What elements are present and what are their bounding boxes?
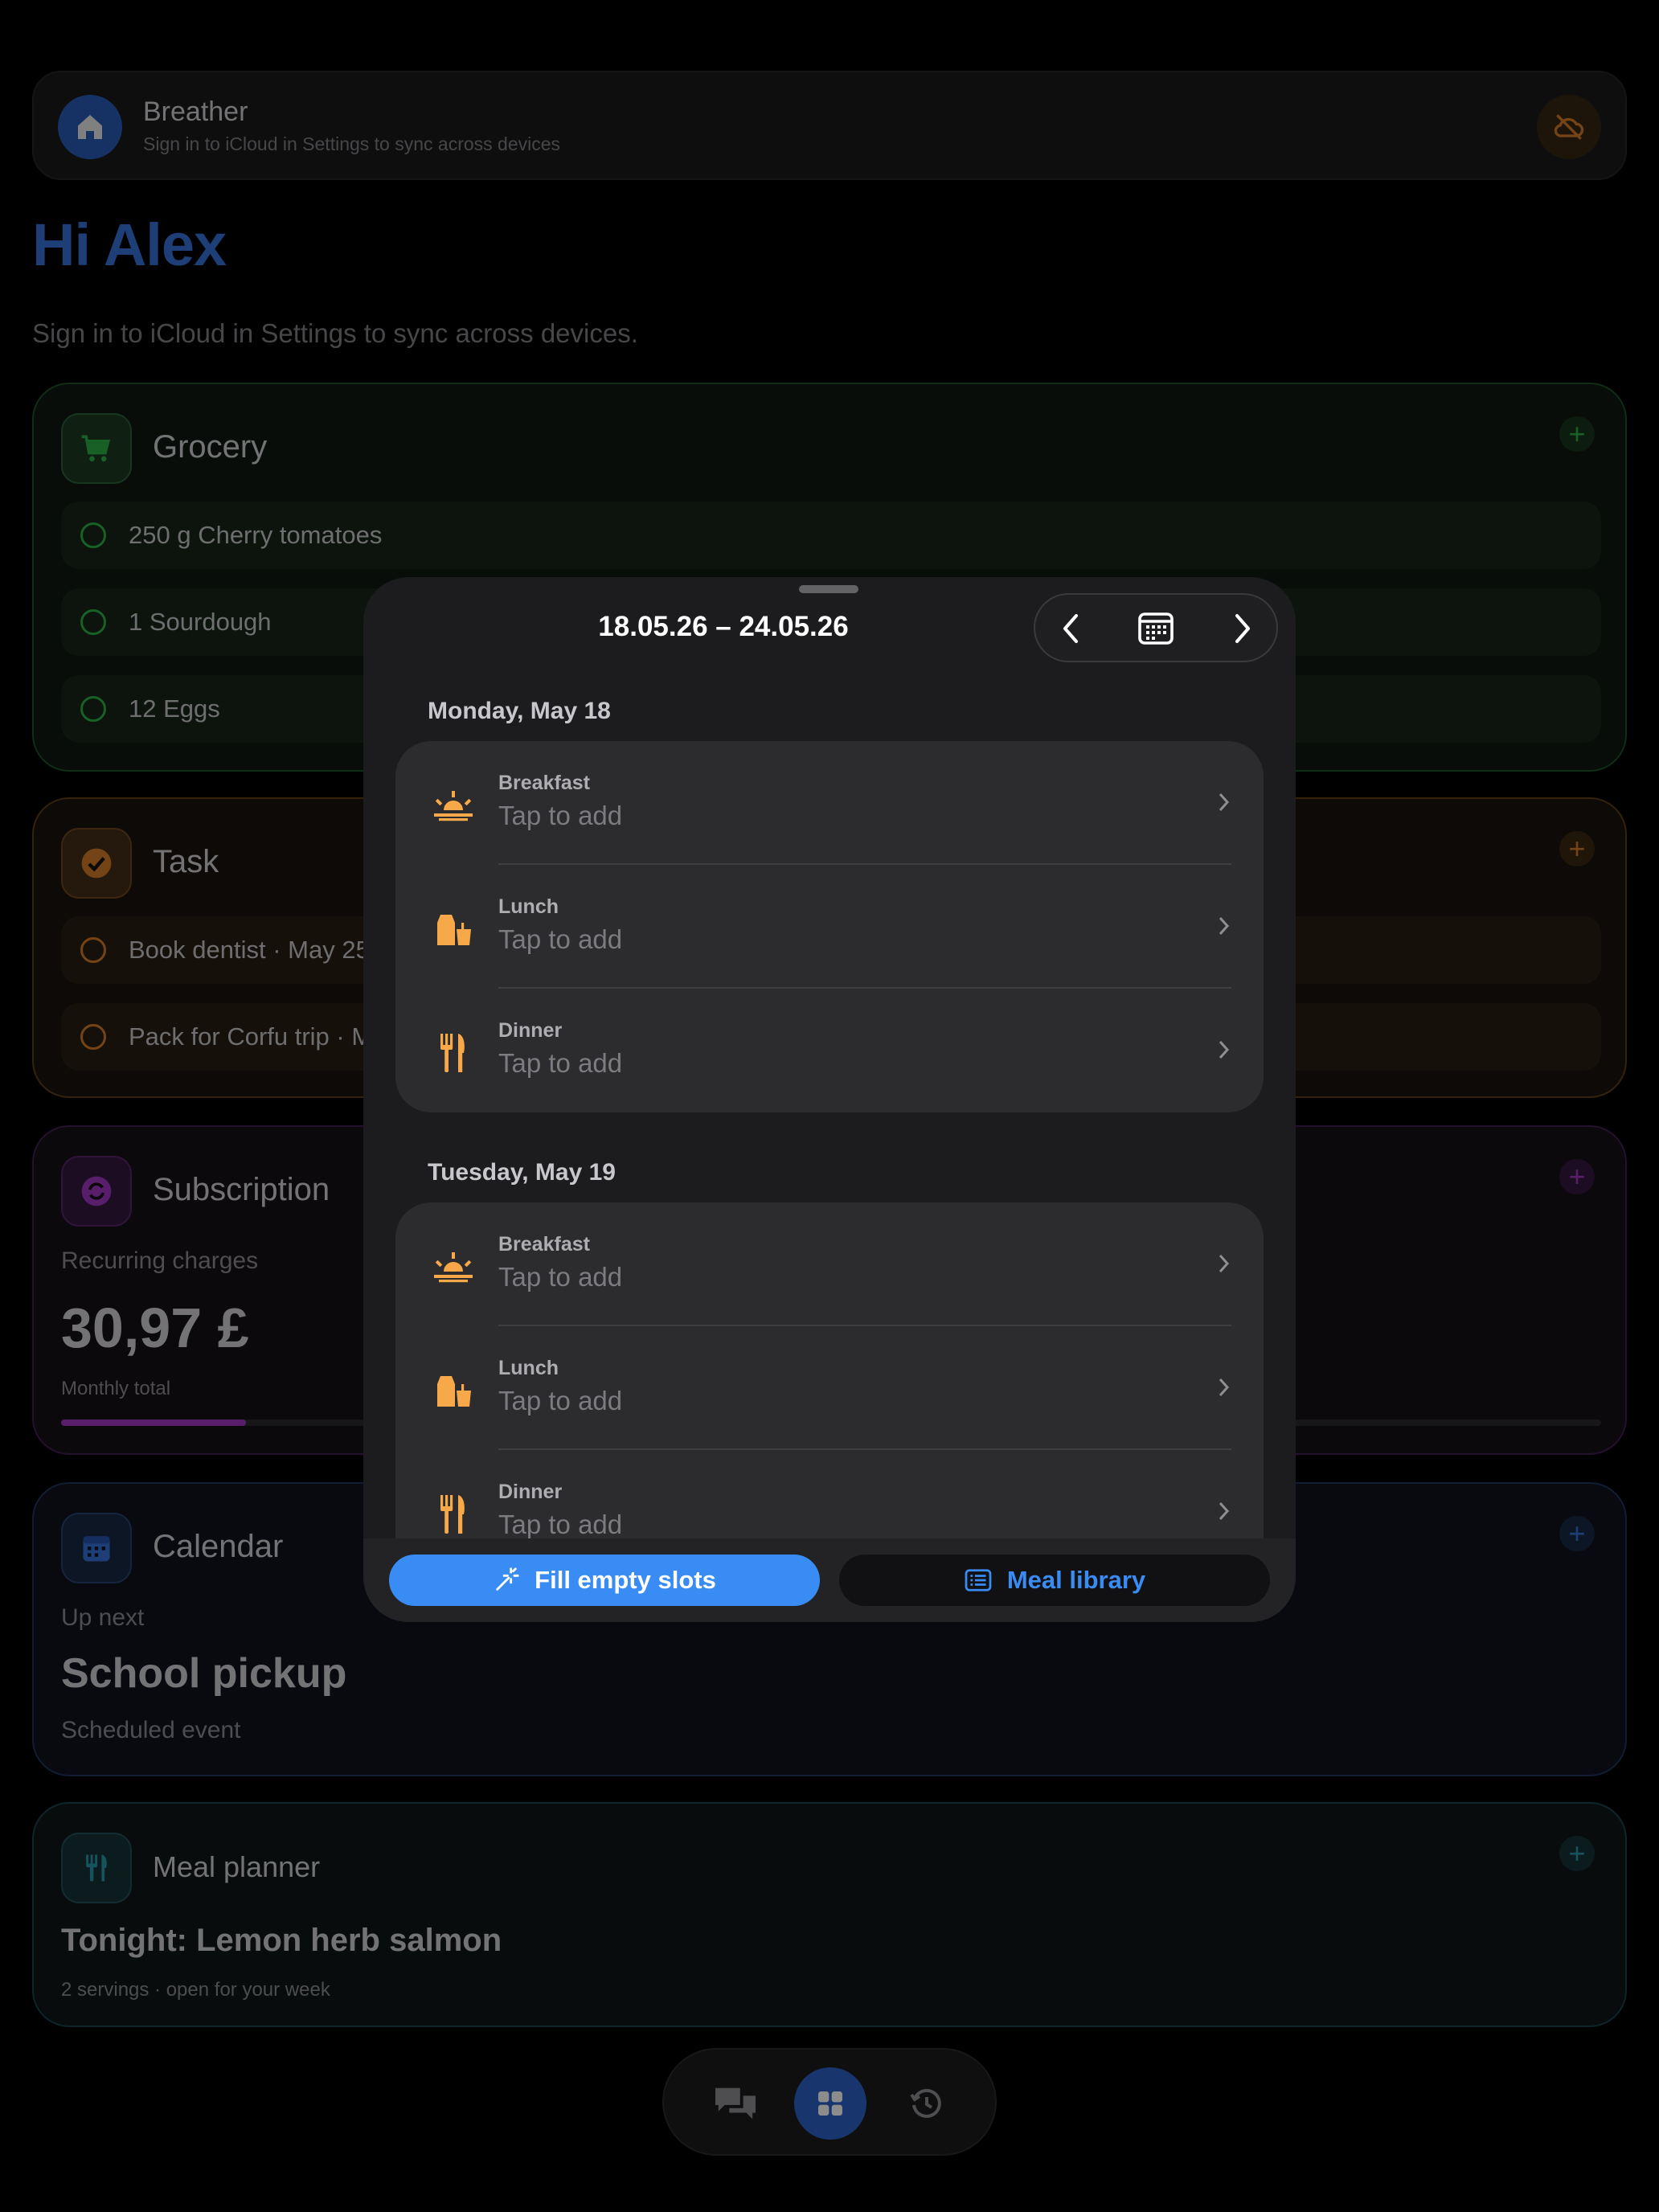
meal-name: Lunch [498, 895, 559, 918]
sunrise-icon [431, 783, 476, 828]
meal-name: Dinner [498, 1481, 563, 1503]
fork-knife-icon [431, 1030, 476, 1075]
meal-library-label: Meal library [1006, 1566, 1146, 1594]
calendar-caption: Scheduled event [61, 1717, 241, 1743]
checkbox-circle-icon[interactable] [80, 1024, 106, 1050]
date-range-text: 18.05.26 – 24.05.26 [598, 611, 849, 642]
meal-value: Tap to add [498, 1509, 623, 1539]
list-rectangle-icon [965, 1569, 992, 1591]
fill-empty-slots-button[interactable]: Fill empty slots [389, 1555, 820, 1606]
chevron-right-icon [1219, 1254, 1230, 1273]
house-icon [58, 95, 122, 159]
subscription-progress-fill [61, 1419, 246, 1426]
list-item[interactable]: 250 g Cherry tomatoes [61, 502, 1601, 569]
sheet-footer: Fill empty slots Meal library [363, 1538, 1296, 1622]
grocery-item-label: 12 Eggs [129, 694, 220, 723]
cart-icon [61, 413, 132, 484]
grocery-title: Grocery [153, 429, 268, 465]
day-card: Breakfast Tap to add Lunch Tap to add Di… [395, 741, 1264, 1112]
calendar-grid-icon[interactable] [1130, 603, 1182, 654]
bottom-tab-bar [662, 2048, 997, 2156]
checkmark-circle-icon [61, 828, 132, 899]
meal-value: Tap to add [498, 1048, 623, 1078]
fork-knife-icon [431, 1492, 476, 1537]
subscription-caption: Monthly total [61, 1378, 171, 1399]
account-banner[interactable]: Breather Sign in to iCloud in Settings t… [32, 71, 1627, 180]
chevron-right-icon [1219, 1040, 1230, 1059]
app-name: Breather [143, 96, 248, 127]
calendar-event: School pickup [61, 1650, 347, 1697]
chevron-right-icon [1219, 916, 1230, 936]
meal-value: Tap to add [498, 1386, 623, 1415]
chevron-right-icon [1219, 1501, 1230, 1521]
checkbox-circle-icon[interactable] [80, 609, 106, 635]
sunrise-icon [431, 1244, 476, 1289]
task-item-label: Book dentist · May 25 [129, 936, 370, 964]
meal-slot-lunch[interactable]: Lunch Tap to add [395, 1326, 1264, 1450]
meal-slot-lunch[interactable]: Lunch Tap to add [395, 865, 1264, 989]
fork-knife-icon [61, 1833, 132, 1903]
magic-wand-icon [496, 1567, 519, 1591]
chevron-right-icon[interactable] [1217, 603, 1268, 654]
day-card: Breakfast Tap to add Lunch Tap to add Di… [395, 1202, 1264, 1574]
chevron-right-icon [1219, 793, 1230, 812]
meal-name: Dinner [498, 1019, 563, 1042]
greeting-subtitle: Sign in to iCloud in Settings to sync ac… [32, 318, 638, 348]
calendar-label: Up next [61, 1604, 145, 1631]
chat-bubbles-icon[interactable] [699, 2067, 772, 2140]
grocery-item-label: 1 Sourdough [129, 608, 272, 636]
checkbox-circle-icon[interactable] [80, 696, 106, 722]
week-navigation [1034, 593, 1278, 662]
meal-planner-caption: 2 servings · open for your week [61, 1979, 330, 2001]
meal-value: Tap to add [498, 924, 623, 954]
greeting-title: Hi Alex [32, 211, 227, 278]
add-subscription-button[interactable]: + [1559, 1159, 1595, 1194]
meal-planner-card[interactable]: Meal planner + Tonight: Lemon herb salmo… [32, 1802, 1627, 2027]
day-label: Tuesday, May 19 [428, 1159, 616, 1186]
task-title: Task [153, 844, 219, 879]
meal-planner-tonight: Tonight: Lemon herb salmon [61, 1923, 502, 1958]
meal-library-button[interactable]: Meal library [839, 1555, 1270, 1606]
subscription-title: Subscription [153, 1172, 330, 1207]
takeout-bag-icon [431, 1368, 476, 1413]
chevron-left-icon[interactable] [1045, 603, 1096, 654]
add-meal-button[interactable]: + [1559, 1836, 1595, 1871]
subscription-label: Recurring charges [61, 1247, 259, 1274]
meal-planner-title: Meal planner [153, 1850, 321, 1883]
sync-hint: Sign in to iCloud in Settings to sync ac… [143, 133, 561, 154]
meal-value: Tap to add [498, 1262, 623, 1292]
meal-slot-dinner[interactable]: Dinner Tap to add [395, 989, 1264, 1112]
grocery-item-label: 250 g Cherry tomatoes [129, 521, 383, 549]
calendar-icon [61, 1513, 132, 1583]
subscription-amount: 30,97 £ [61, 1296, 249, 1359]
meal-name: Breakfast [498, 772, 590, 794]
recurring-icon [61, 1156, 132, 1227]
add-grocery-button[interactable]: + [1559, 416, 1595, 452]
add-task-button[interactable]: + [1559, 831, 1595, 866]
day-label: Monday, May 18 [428, 698, 611, 724]
calendar-title: Calendar [153, 1529, 284, 1564]
meal-slot-breakfast[interactable]: Breakfast Tap to add [395, 1202, 1264, 1326]
chevron-right-icon [1219, 1378, 1230, 1397]
history-icon[interactable] [891, 2067, 963, 2140]
meal-value: Tap to add [498, 801, 623, 830]
sheet-grabber[interactable] [799, 585, 858, 593]
meal-name: Breakfast [498, 1233, 590, 1256]
meal-name: Lunch [498, 1357, 559, 1379]
cloud-slash-icon[interactable] [1537, 95, 1601, 159]
fill-empty-slots-label: Fill empty slots [535, 1566, 716, 1594]
grid-icon[interactable] [794, 2067, 866, 2140]
add-event-button[interactable]: + [1559, 1516, 1595, 1551]
checkbox-circle-icon[interactable] [80, 937, 106, 963]
checkbox-circle-icon[interactable] [80, 522, 106, 548]
task-item-label: Pack for Corfu trip · M [129, 1022, 373, 1051]
meal-slot-breakfast[interactable]: Breakfast Tap to add [395, 741, 1264, 865]
takeout-bag-icon [431, 907, 476, 952]
week-meal-sheet: 18.05.26 – 24.05.26 Monday, May 18 Break… [363, 577, 1296, 1622]
